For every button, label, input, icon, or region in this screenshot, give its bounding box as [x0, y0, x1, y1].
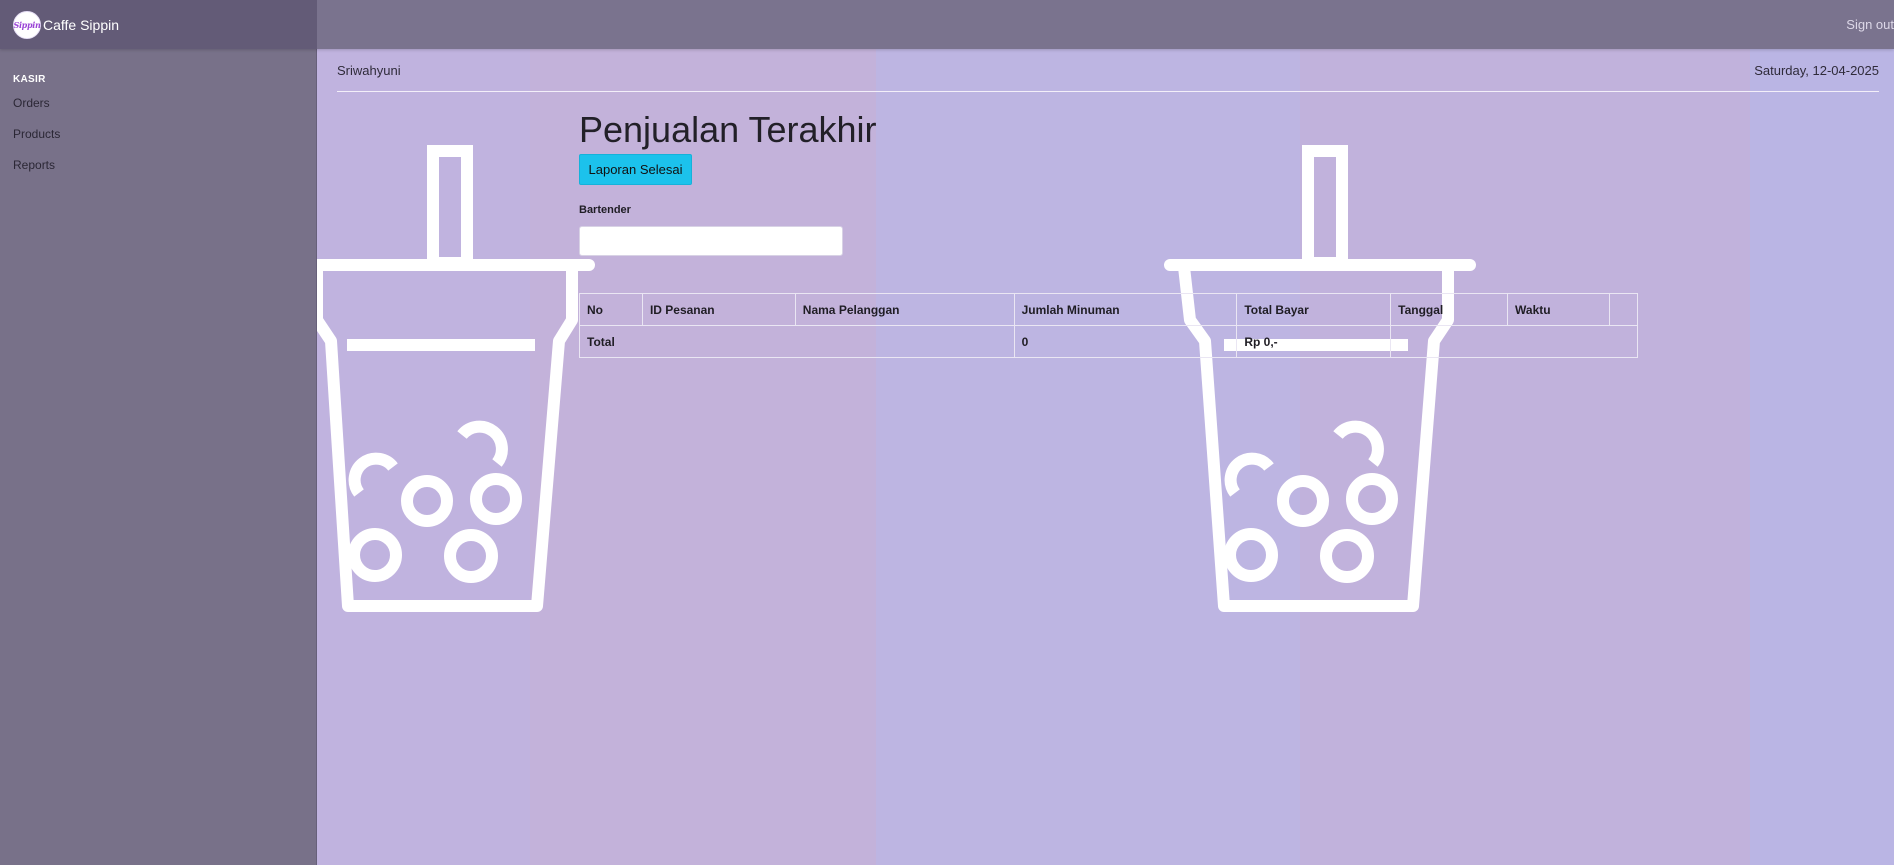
current-date: Saturday, 12-04-2025 — [1754, 63, 1879, 78]
column-customer-name: Nama Pelanggan — [794, 293, 1015, 326]
table-header-row: No ID Pesanan Nama Pelanggan Jumlah Minu… — [579, 293, 1639, 326]
sidebar: KASIR Orders Products Reports — [0, 49, 317, 865]
sidebar-item-orders[interactable]: Orders — [13, 96, 50, 110]
header-divider — [337, 91, 1879, 92]
empty-cell — [1390, 325, 1638, 358]
column-order-id: ID Pesanan — [641, 293, 796, 326]
column-drink-count: Jumlah Minuman — [1013, 293, 1238, 326]
sidebar-item-reports[interactable]: Reports — [13, 158, 55, 172]
bartender-label: Bartender — [579, 204, 631, 216]
sippin-logo: Sippin — [13, 10, 41, 39]
total-drinks-cell: 0 — [1013, 325, 1238, 358]
bartender-input[interactable] — [579, 226, 843, 256]
user-name: Sriwahyuni — [337, 63, 401, 78]
brand-name: Caffe Sippin — [43, 16, 120, 33]
main-area: Sriwahyuni Saturday, 12-04-2025 — [317, 49, 1894, 865]
page-title: Penjualan Terakhir — [579, 109, 877, 150]
sidebar-heading: KASIR — [13, 74, 46, 85]
report-panel: Penjualan Terakhir Laporan Selesai Barte… — [579, 109, 877, 256]
sales-table: No ID Pesanan Nama Pelanggan Jumlah Minu… — [579, 293, 1639, 358]
report-finished-button[interactable]: Laporan Selesai — [579, 154, 692, 185]
table-row: Total 0 Rp 0,- — [579, 325, 1638, 358]
sidebar-item-products[interactable]: Products — [13, 127, 60, 141]
column-total-payment: Total Bayar — [1236, 293, 1392, 326]
column-time: Waktu — [1507, 293, 1610, 326]
brand[interactable]: Sippin Caffe Sippin — [0, 0, 317, 49]
total-payment-cell: Rp 0,- — [1236, 325, 1392, 358]
column-extra — [1608, 293, 1639, 326]
sign-out-link[interactable]: Sign out — [1846, 17, 1894, 32]
top-navbar: Sippin Caffe Sippin Sign out — [0, 0, 1894, 49]
total-label-cell: Total — [579, 325, 1015, 358]
column-date: Tanggal — [1390, 293, 1509, 326]
column-no: No — [579, 293, 643, 326]
